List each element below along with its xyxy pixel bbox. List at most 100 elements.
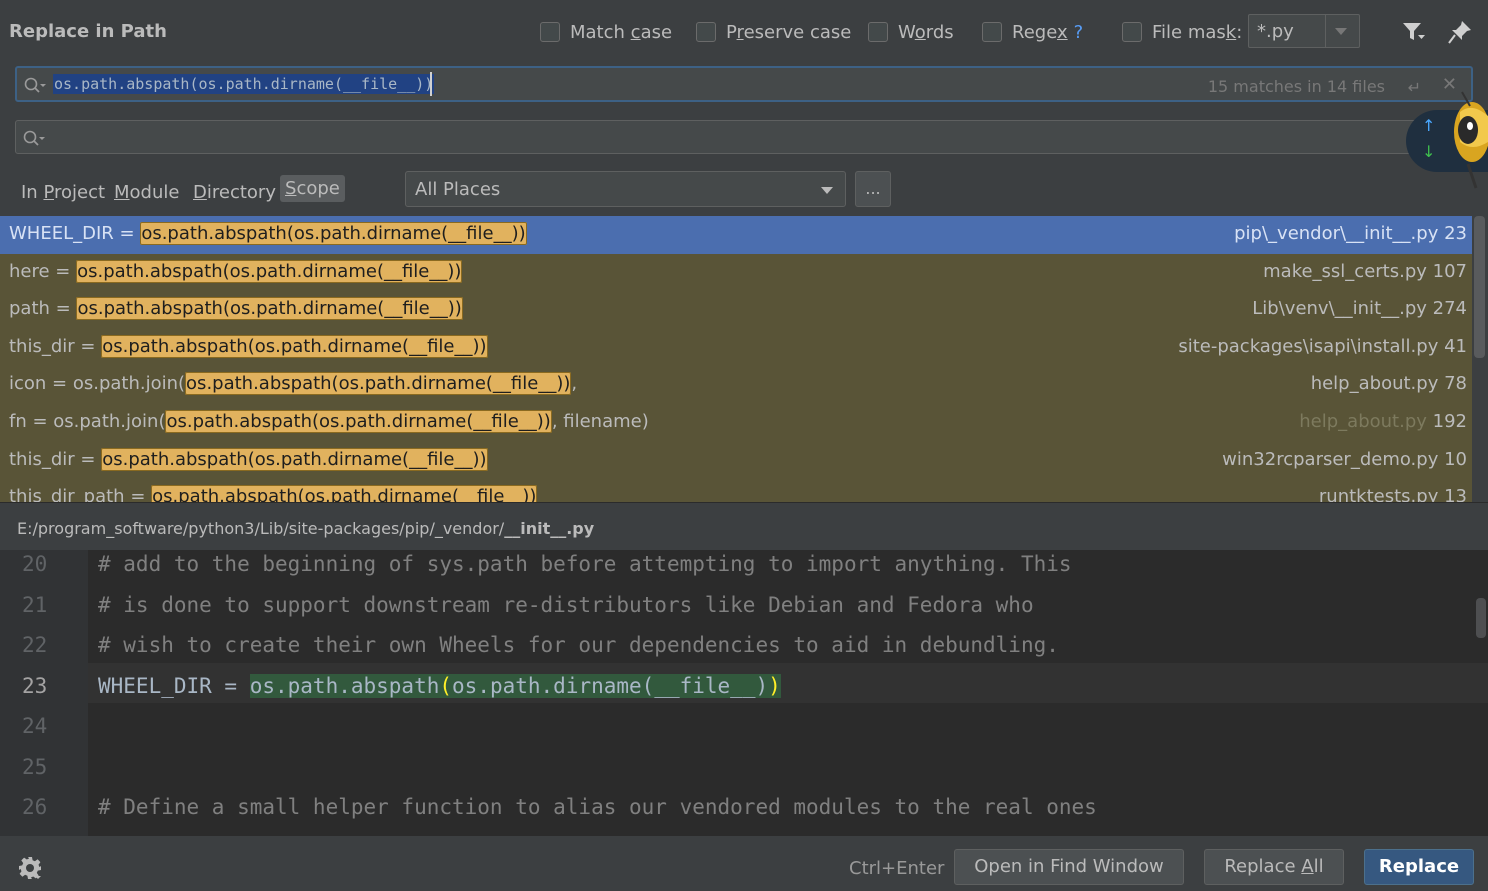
- line-number: 25: [22, 754, 48, 779]
- result-prefix: this_dir_path =: [9, 486, 152, 502]
- results-scrollbar[interactable]: [1472, 216, 1488, 502]
- scope-select-value: All Places: [415, 179, 501, 200]
- search-field[interactable]: os.path.abspath(os.path.dirname(__file__…: [15, 66, 1473, 102]
- replace-history-icon[interactable]: [22, 129, 46, 147]
- line-number: 23: [22, 673, 48, 698]
- result-prefix: path =: [9, 298, 77, 320]
- preserve-case-option[interactable]: Preserve case: [696, 20, 851, 44]
- file-mask-option[interactable]: File mask:: [1122, 20, 1242, 44]
- result-prefix: this_dir =: [9, 448, 102, 470]
- regex-help-link[interactable]: ?: [1074, 22, 1084, 43]
- result-match-highlight: os.path.abspath(os.path.dirname(__file__…: [101, 447, 488, 471]
- new-line-icon[interactable]: ↵: [1408, 78, 1421, 97]
- result-file: runtktests.py 13: [1319, 486, 1467, 502]
- result-file-name: make_ssl_certs.py: [1263, 260, 1427, 282]
- words-option[interactable]: Words: [868, 20, 954, 44]
- scope-select[interactable]: All Places: [405, 171, 846, 207]
- result-code: path = os.path.abspath(os.path.dirname(_…: [9, 297, 463, 321]
- gear-icon[interactable]: [18, 856, 42, 880]
- result-line-number: 107: [1426, 260, 1467, 282]
- words-label: Words: [898, 21, 954, 43]
- file-mask-checkbox[interactable]: [1122, 22, 1142, 42]
- result-row[interactable]: this_dir = os.path.abspath(os.path.dirna…: [0, 329, 1472, 367]
- result-file-name: site-packages\isapi\install.py: [1178, 335, 1439, 357]
- arrow-up-icon[interactable]: ↑: [1422, 116, 1435, 135]
- result-code: fn = os.path.join(os.path.abspath(os.pat…: [9, 410, 649, 433]
- match-count: 15 matches in 14 files: [1207, 77, 1385, 96]
- result-code: this_dir_path = os.path.abspath(os.path.…: [9, 485, 538, 502]
- editor-scrollbar-thumb[interactable]: [1476, 598, 1486, 638]
- tab-module[interactable]: Module: [114, 182, 179, 203]
- line-number: 22: [22, 633, 48, 657]
- result-file: Lib\venv\__init__.py 274: [1252, 298, 1467, 319]
- result-prefix: here =: [9, 260, 77, 282]
- result-row[interactable]: here = os.path.abspath(os.path.dirname(_…: [0, 254, 1472, 292]
- result-file-name: help_about.py: [1310, 373, 1439, 395]
- result-match-highlight: os.path.abspath(os.path.dirname(__file__…: [76, 259, 463, 283]
- filter-icon[interactable]: [1400, 18, 1428, 46]
- words-checkbox[interactable]: [868, 22, 888, 42]
- code-paren: (: [439, 673, 453, 698]
- result-file-name: runtktests.py: [1318, 486, 1439, 502]
- preserve-case-checkbox[interactable]: [696, 22, 716, 42]
- arrow-down-icon[interactable]: ↓: [1422, 142, 1435, 161]
- result-code: here = os.path.abspath(os.path.dirname(_…: [9, 259, 463, 283]
- regex-label: Regex: [1012, 21, 1068, 43]
- result-prefix: this_dir =: [9, 335, 102, 357]
- tab-directory[interactable]: Directory: [193, 182, 276, 203]
- tab-scope[interactable]: Scope: [280, 175, 345, 202]
- code-paren: ): [768, 673, 781, 698]
- line-number: 24: [22, 714, 48, 738]
- regex-option[interactable]: Regex ?: [982, 20, 1083, 44]
- result-file: make_ssl_certs.py 107: [1263, 261, 1467, 282]
- match-case-label: Match case: [570, 21, 673, 43]
- scrollbar-thumb[interactable]: [1474, 216, 1485, 358]
- result-suffix: , filename): [551, 411, 649, 432]
- result-line-number: 13: [1438, 486, 1467, 502]
- result-row[interactable]: this_dir = os.path.abspath(os.path.dirna…: [0, 442, 1472, 480]
- preserve-case-label: Preserve case: [726, 21, 852, 43]
- search-history-icon[interactable]: [23, 76, 47, 94]
- regex-checkbox[interactable]: [982, 22, 1002, 42]
- result-code: icon = os.path.join(os.path.abspath(os.p…: [9, 372, 577, 396]
- result-file-name: win32rcparser_demo.py: [1222, 448, 1439, 470]
- preview-path-dir: E:/program_software/python3/Lib/site-pac…: [17, 519, 505, 538]
- dialog-title: Replace in Path: [9, 21, 167, 42]
- result-row[interactable]: fn = os.path.join(os.path.abspath(os.pat…: [0, 404, 1472, 442]
- tab-in-project[interactable]: In Project: [21, 182, 105, 203]
- text-caret: [430, 72, 432, 96]
- preview-path-bar: E:/program_software/python3/Lib/site-pac…: [0, 502, 1488, 550]
- result-line-number: 274: [1426, 298, 1467, 320]
- result-match-highlight: os.path.abspath(os.path.dirname(__file__…: [101, 334, 488, 358]
- result-row[interactable]: path = os.path.abspath(os.path.dirname(_…: [0, 291, 1472, 329]
- file-mask-combo[interactable]: *.py: [1248, 14, 1360, 48]
- result-row[interactable]: icon = os.path.join(os.path.abspath(os.p…: [0, 366, 1472, 404]
- file-mask-label: File mask:: [1152, 21, 1243, 43]
- replace-button[interactable]: Replace: [1364, 849, 1474, 885]
- code-line: WHEEL_DIR = os.path.abspath(os.path.dirn…: [98, 673, 781, 698]
- result-file-name: pip\_vendor\__init__.py: [1234, 223, 1439, 244]
- result-prefix: WHEEL_DIR =: [9, 223, 141, 244]
- code-preview[interactable]: 20 # add to the beginning of sys.path bef…: [0, 550, 1488, 836]
- result-file-name: Lib\venv\__init__.py: [1252, 298, 1427, 320]
- match-case-checkbox[interactable]: [540, 22, 560, 42]
- result-row[interactable]: this_dir_path = os.path.abspath(os.path.…: [0, 479, 1472, 502]
- result-file-name: help_about.py: [1299, 411, 1427, 432]
- open-in-find-window-button[interactable]: Open in Find Window: [954, 849, 1184, 885]
- result-code: WHEEL_DIR = os.path.abspath(os.path.dirn…: [9, 222, 527, 245]
- result-match-highlight: os.path.abspath(os.path.dirname(__file__…: [76, 297, 463, 321]
- result-row[interactable]: WHEEL_DIR = os.path.abspath(os.path.dirn…: [0, 216, 1472, 254]
- scope-more-button[interactable]: ...: [855, 171, 891, 207]
- result-match-highlight: os.path.abspath(os.path.dirname(__file__…: [185, 372, 572, 396]
- code-comment-line: # add to the beginning of sys.path befor…: [98, 552, 1072, 576]
- file-mask-value: *.py: [1257, 21, 1294, 42]
- replace-field[interactable]: [15, 120, 1473, 154]
- code-comment-line: # wish to create their own Wheels for ou…: [98, 633, 1059, 657]
- match-case-option[interactable]: Match case: [540, 20, 672, 44]
- dialog-header: Replace in Path Match case Preserve case…: [0, 0, 1488, 64]
- pin-icon[interactable]: [1446, 18, 1474, 46]
- chevron-down-icon[interactable]: [1335, 28, 1347, 35]
- replace-all-button[interactable]: Replace All: [1204, 849, 1344, 885]
- result-file: help_about.py 78: [1311, 373, 1467, 394]
- result-code: this_dir = os.path.abspath(os.path.dirna…: [9, 334, 488, 358]
